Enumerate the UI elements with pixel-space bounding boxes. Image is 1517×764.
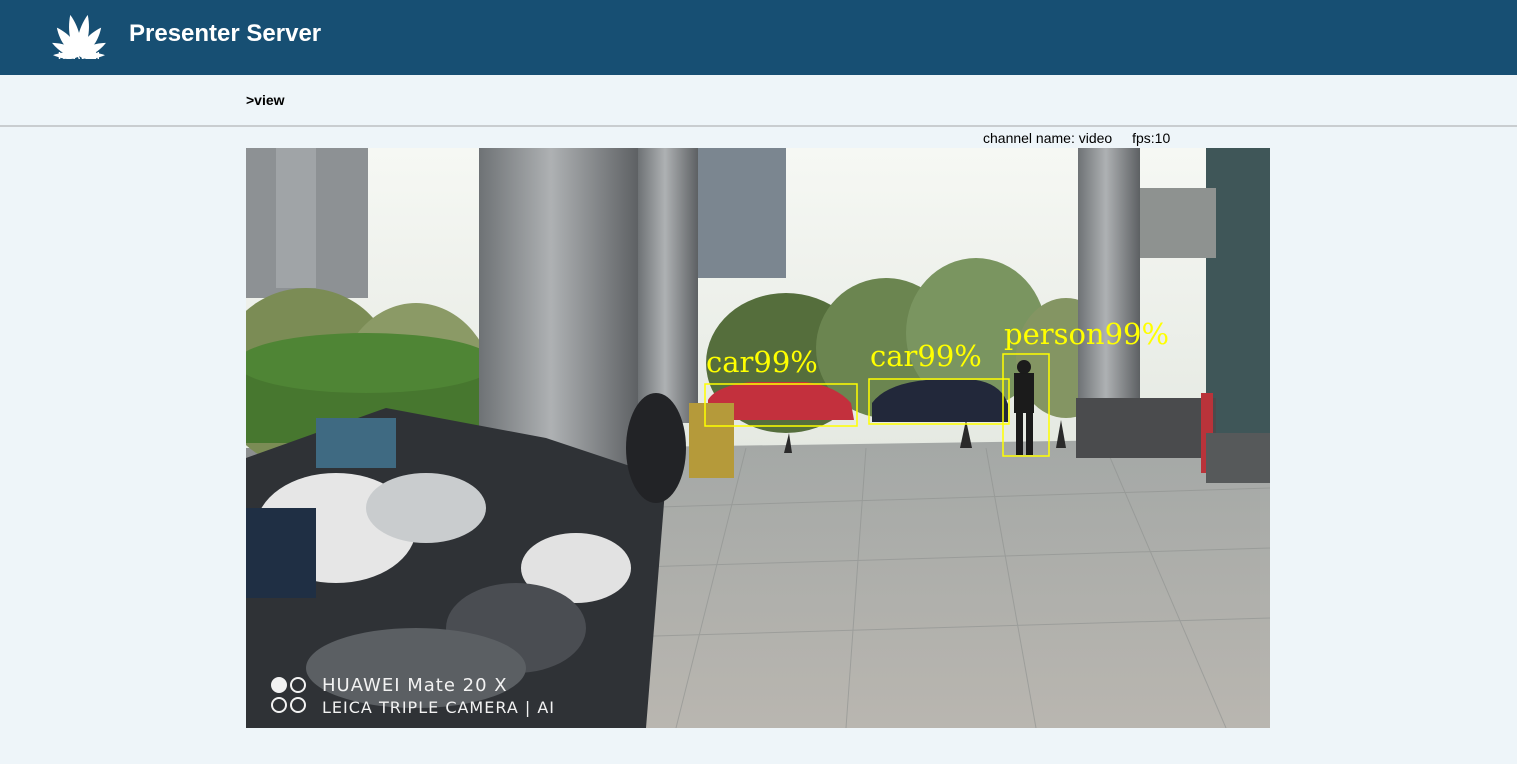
detection-label: car99% — [706, 345, 818, 379]
detection-label: person99% — [1004, 317, 1170, 351]
breadcrumb[interactable]: >view — [246, 92, 285, 108]
app-header: HUAWEI Presenter Server — [0, 0, 1517, 75]
channel-info: channel name: video fps:10 — [983, 130, 1170, 146]
app-title: Presenter Server — [129, 20, 322, 47]
fps-label: fps:10 — [1132, 130, 1171, 146]
divider — [0, 125, 1517, 127]
brand-wordmark: HUAWEI — [58, 51, 100, 62]
watermark-line2: LEICA TRIPLE CAMERA | AI — [322, 698, 555, 717]
watermark-line1: HUAWEI Mate 20 X — [322, 675, 508, 696]
channel-name-label: channel name: video — [983, 130, 1113, 146]
video-stream: car99% car99% person99% HUAWEI Mate 20 X… — [246, 148, 1270, 728]
detection-label: car99% — [870, 339, 982, 373]
video-frame-image — [246, 148, 1270, 728]
